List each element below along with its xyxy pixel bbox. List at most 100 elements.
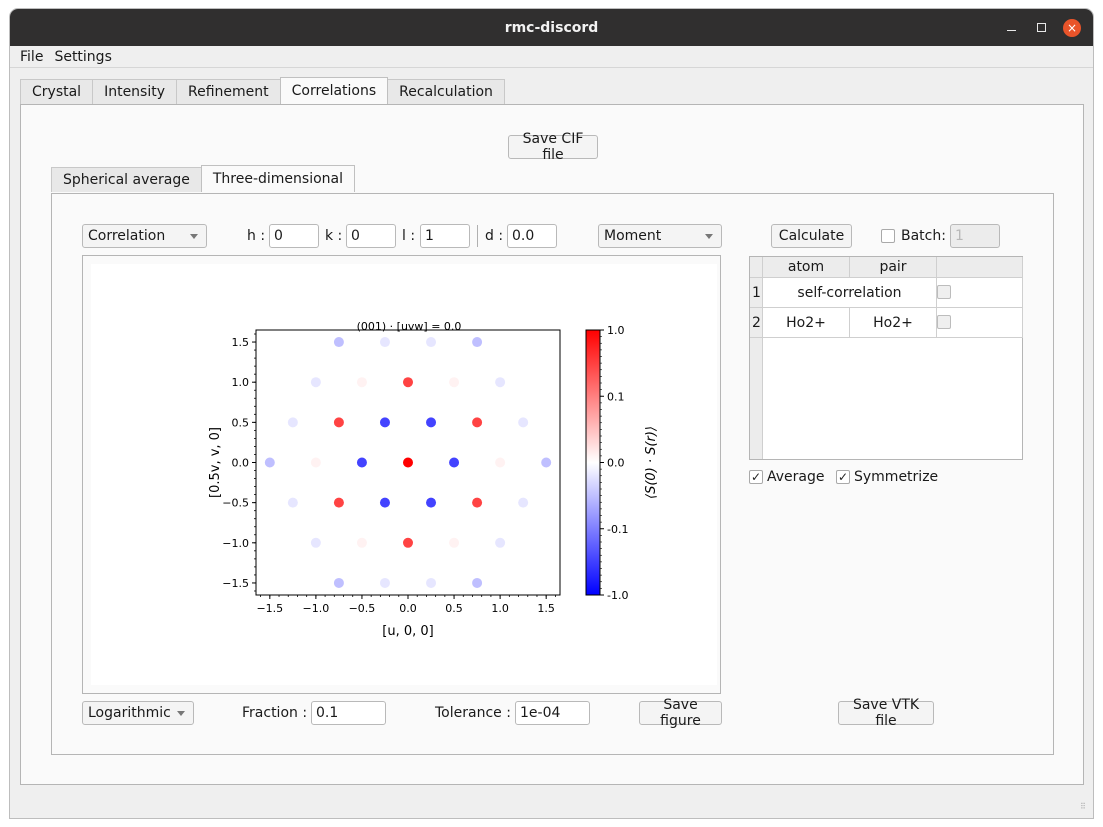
data-point (264, 457, 275, 468)
data-point (518, 497, 529, 508)
save-cif-button[interactable]: Save CIF file (508, 131, 598, 163)
tolerance-input[interactable]: 1e-04 (515, 701, 590, 725)
data-point (472, 337, 483, 348)
data-point (495, 537, 506, 548)
window-title: rmc-discord (504, 19, 599, 36)
colorbar-tick-label: 1.0 (607, 324, 625, 337)
calculate-button[interactable]: Calculate (771, 224, 852, 248)
tab-crystal[interactable]: Crystal (20, 79, 94, 104)
batch-label: Batch: (901, 228, 946, 244)
row-checkbox[interactable] (937, 315, 951, 329)
data-point (403, 537, 413, 548)
k-label: k : (325, 228, 343, 244)
atom-pair-table[interactable]: atom pair 1 self-correlation 2 Ho2+ Ho2+ (749, 256, 1023, 460)
data-point (356, 537, 367, 548)
minimize-button[interactable] (1001, 9, 1021, 46)
data-point (472, 417, 483, 428)
data-point (379, 417, 390, 428)
save-figure-button[interactable]: Save figure (639, 697, 722, 729)
header-select[interactable] (937, 257, 1023, 278)
data-point (310, 457, 321, 468)
data-points (264, 337, 552, 588)
batch-input[interactable]: 1 (950, 224, 1000, 248)
row-checkbox[interactable] (937, 285, 951, 299)
colorbar-tick-label: 0.0 (607, 457, 625, 470)
h-input[interactable]: 0 (269, 224, 319, 248)
x-tick-label: 1.5 (537, 602, 555, 615)
data-point (310, 377, 321, 388)
colorbar-label: ⟨S(0) · S(r)⟩ (644, 426, 659, 499)
colorbar (585, 329, 601, 596)
title-bar[interactable]: rmc-discord × (10, 9, 1093, 46)
correlation-chart: (001) · [uvw] = 0.0 −1.5 −1.0 −0.5 0.0 0.5 1.… (208, 320, 659, 639)
data-point (495, 457, 506, 468)
maximize-icon (1036, 23, 1046, 32)
tab-recalculation[interactable]: Recalculation (387, 79, 505, 104)
header-pair[interactable]: pair (850, 257, 937, 278)
scale-value: Logarithmic (88, 705, 171, 721)
data-point (449, 537, 460, 548)
subtab-spherical-average[interactable]: Spherical average (51, 167, 202, 192)
y-ticks: −1.5 −1.0 −0.5 0.0 0.5 1.0 1.5 (222, 333, 256, 592)
data-point (287, 497, 298, 508)
x-tick-label: −1.0 (303, 602, 330, 615)
data-point (541, 457, 552, 468)
table-cell-select[interactable] (937, 308, 1023, 338)
chevron-down-icon (190, 234, 198, 239)
average-label: Average (767, 469, 825, 485)
tab-refinement[interactable]: Refinement (176, 79, 281, 104)
scale-combo[interactable]: Logarithmic (82, 701, 194, 725)
symmetrize-checkbox[interactable]: ✓ (836, 470, 850, 484)
k-input[interactable]: 0 (346, 224, 396, 248)
table-cell-pair[interactable]: Ho2+ (850, 308, 937, 338)
plot-canvas: (001) · [uvw] = 0.0 −1.5 −1.0 −0.5 0.0 0.5 1.… (91, 264, 717, 685)
y-axis-label: [0.5v, v, 0] (208, 427, 223, 498)
menu-settings[interactable]: Settings (54, 49, 111, 65)
save-vtk-button[interactable]: Save VTK file (838, 697, 934, 729)
chart-title: (001) · [uvw] = 0.0 (357, 320, 462, 333)
data-point (333, 337, 344, 348)
y-tick-label: −0.5 (222, 497, 249, 510)
x-ticks: −1.5 −1.0 −0.5 0.0 0.5 1.0 1.5 (256, 595, 556, 615)
data-point (333, 497, 344, 508)
l-input[interactable]: 1 (420, 224, 470, 248)
batch-checkbox[interactable] (881, 229, 895, 243)
data-point (333, 417, 344, 428)
table-cell-atom[interactable]: self-correlation (763, 278, 937, 308)
correlation-type-combo[interactable]: Correlation (82, 224, 207, 248)
header-atom[interactable]: atom (763, 257, 850, 278)
y-tick-label: 0.0 (232, 457, 250, 470)
quantity-combo[interactable]: Moment (598, 224, 722, 248)
close-button[interactable]: × (1062, 9, 1082, 46)
average-checkbox[interactable]: ✓ (749, 470, 763, 484)
app-window: rmc-discord × File Settings Crystal Inte… (9, 8, 1094, 819)
y-tick-label: 1.0 (232, 376, 250, 389)
table-cell-select[interactable] (937, 278, 1023, 308)
menu-file[interactable]: File (20, 49, 43, 65)
main-tab-bar: Crystal Intensity Refinement Correlation… (20, 77, 505, 104)
data-point (287, 417, 298, 428)
y-tick-label: −1.5 (222, 577, 249, 590)
subtab-three-dimensional[interactable]: Three-dimensional (200, 165, 355, 192)
resize-grip[interactable]: ⠿ (1080, 803, 1090, 815)
x-axis-label: [u, 0, 0] (382, 624, 433, 639)
maximize-button[interactable] (1031, 9, 1051, 46)
y-tick-label: 1.5 (232, 336, 250, 349)
row-header-filler (750, 338, 763, 459)
fraction-input[interactable]: 0.1 (311, 701, 386, 725)
data-point (403, 457, 413, 468)
colorbar-tick-label: -1.0 (607, 589, 628, 602)
h-label: h : (247, 228, 266, 244)
tab-intensity[interactable]: Intensity (92, 79, 178, 104)
row-header: 2 (750, 308, 763, 338)
y-tick-label: 0.5 (232, 416, 250, 429)
table-cell-atom[interactable]: Ho2+ (763, 308, 850, 338)
data-point (356, 377, 367, 388)
d-input[interactable]: 0.0 (507, 224, 557, 248)
colorbar-tick-label: 0.1 (607, 390, 625, 403)
tab-correlations[interactable]: Correlations (279, 77, 389, 104)
minimize-icon (1006, 30, 1016, 31)
data-point (426, 577, 437, 588)
data-point (426, 417, 437, 428)
fraction-label: Fraction : (242, 705, 308, 721)
